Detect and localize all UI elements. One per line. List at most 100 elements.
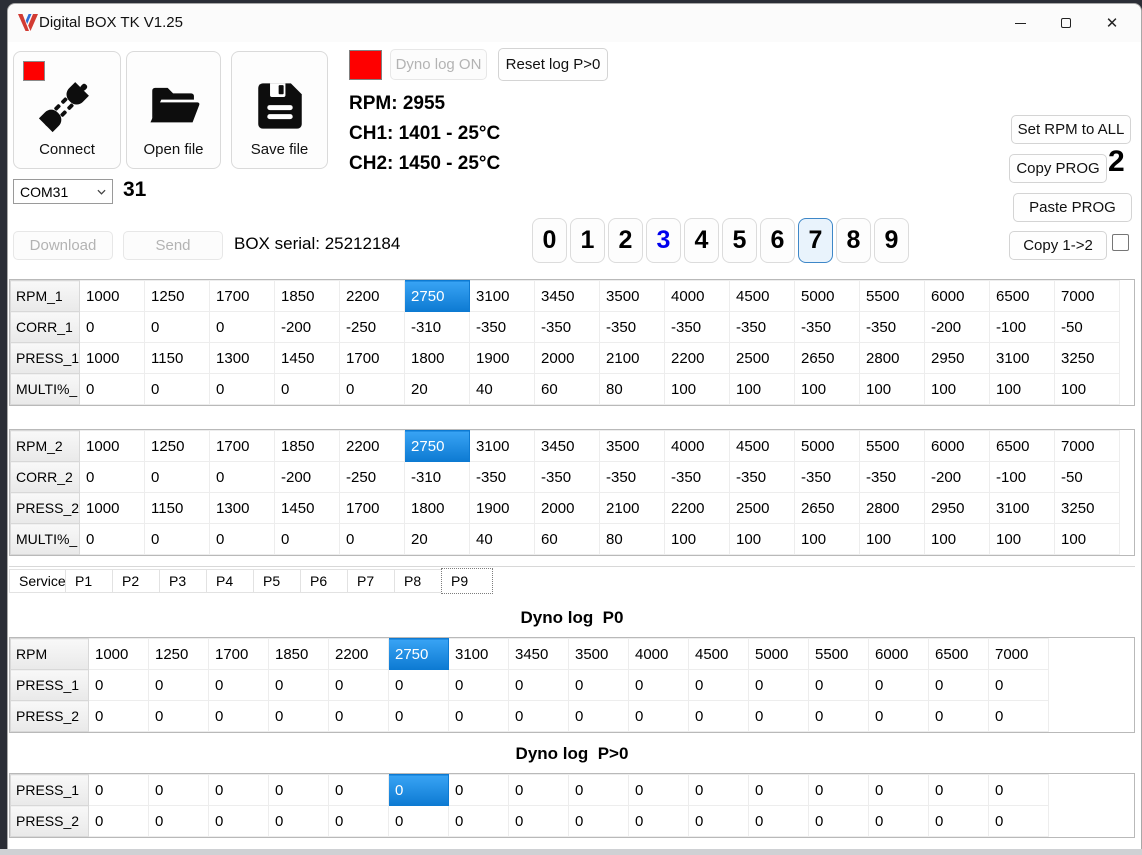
cell-PRESS_1-15[interactable]: 0 — [988, 774, 1049, 806]
cell-PRESS_2-10[interactable]: 0 — [688, 700, 749, 732]
close-button[interactable]: ✕ — [1089, 4, 1135, 42]
tab-p6[interactable]: P6 — [300, 569, 348, 593]
cell-MULTI%_-6[interactable]: 40 — [469, 523, 536, 555]
cell-CORR_2-2[interactable]: 0 — [209, 461, 276, 493]
cell-RPM_1-1[interactable]: 1250 — [144, 280, 211, 312]
cell-PRESS_1-10[interactable]: 0 — [688, 774, 749, 806]
cell-PRESS_1-2[interactable]: 1300 — [209, 342, 276, 374]
cell-PRESS_2-4[interactable]: 1700 — [339, 492, 406, 524]
row-header-CORR_2[interactable]: CORR_2 — [9, 461, 81, 493]
cell-MULTI%_-13[interactable]: 100 — [924, 373, 991, 405]
cell-PRESS_1-11[interactable]: 2650 — [794, 342, 861, 374]
cell-CORR_1-12[interactable]: -350 — [859, 311, 926, 343]
copy-1-2-button[interactable]: Copy 1->2 — [1009, 231, 1107, 260]
cell-CORR_2-8[interactable]: -350 — [599, 461, 666, 493]
cell-CORR_2-13[interactable]: -200 — [924, 461, 991, 493]
cell-PRESS_1-6[interactable]: 0 — [448, 669, 509, 701]
cell-PRESS_2-2[interactable]: 0 — [208, 805, 269, 837]
cell-RPM_2-7[interactable]: 3450 — [534, 430, 601, 462]
cell-PRESS_1-10[interactable]: 2500 — [729, 342, 796, 374]
cell-RPM-3[interactable]: 1850 — [268, 638, 329, 670]
cell-RPM_2-0[interactable]: 1000 — [79, 430, 146, 462]
cell-MULTI%_-1[interactable]: 0 — [144, 373, 211, 405]
cell-RPM-12[interactable]: 5500 — [808, 638, 869, 670]
row-header-PRESS_1[interactable]: PRESS_1 — [9, 342, 81, 374]
cell-PRESS_2-7[interactable]: 2000 — [534, 492, 601, 524]
cell-MULTI%_-2[interactable]: 0 — [209, 523, 276, 555]
cell-RPM-0[interactable]: 1000 — [88, 638, 149, 670]
cell-PRESS_2-10[interactable]: 2500 — [729, 492, 796, 524]
cell-MULTI%_-8[interactable]: 80 — [599, 373, 666, 405]
cell-RPM_2-5-selected[interactable]: 2750 — [404, 430, 471, 462]
cell-RPM-13[interactable]: 6000 — [868, 638, 929, 670]
cell-PRESS_1-4[interactable]: 0 — [328, 669, 389, 701]
cell-PRESS_2-5[interactable]: 1800 — [404, 492, 471, 524]
cell-PRESS_2-3[interactable]: 0 — [268, 805, 329, 837]
row-header-PRESS_2[interactable]: PRESS_2 — [10, 700, 89, 732]
cell-RPM-9[interactable]: 4000 — [628, 638, 689, 670]
cell-MULTI%_-15[interactable]: 100 — [1054, 523, 1121, 555]
cell-MULTI%_-0[interactable]: 0 — [79, 373, 146, 405]
cell-RPM_2-6[interactable]: 3100 — [469, 430, 536, 462]
cell-PRESS_2-0[interactable]: 1000 — [79, 492, 146, 524]
cell-PRESS_2-13[interactable]: 0 — [868, 805, 929, 837]
cell-PRESS_1-15[interactable]: 0 — [988, 669, 1049, 701]
cell-PRESS_1-4[interactable]: 1700 — [339, 342, 406, 374]
cell-MULTI%_-13[interactable]: 100 — [924, 523, 991, 555]
tab-p2[interactable]: P2 — [112, 569, 160, 593]
set-rpm-to-all-button[interactable]: Set RPM to ALL — [1011, 115, 1131, 144]
cell-PRESS_1-0[interactable]: 0 — [88, 774, 149, 806]
cell-PRESS_2-1[interactable]: 1150 — [144, 492, 211, 524]
cell-PRESS_2-15[interactable]: 3250 — [1054, 492, 1121, 524]
cell-RPM_2-1[interactable]: 1250 — [144, 430, 211, 462]
cell-PRESS_1-1[interactable]: 0 — [148, 669, 209, 701]
cell-PRESS_2-9[interactable]: 0 — [628, 805, 689, 837]
connect-button[interactable]: Connect — [13, 51, 121, 169]
cell-RPM-4[interactable]: 2200 — [328, 638, 389, 670]
cell-MULTI%_-5[interactable]: 20 — [404, 523, 471, 555]
cell-RPM_2-9[interactable]: 4000 — [664, 430, 731, 462]
cell-PRESS_2-3[interactable]: 1450 — [274, 492, 341, 524]
cell-RPM-2[interactable]: 1700 — [208, 638, 269, 670]
cell-PRESS_1-5[interactable]: 1800 — [404, 342, 471, 374]
cell-PRESS_1-12[interactable]: 0 — [808, 669, 869, 701]
row-header-RPM_1[interactable]: RPM_1 — [9, 280, 81, 312]
cell-CORR_1-0[interactable]: 0 — [79, 311, 146, 343]
cell-PRESS_2-9[interactable]: 0 — [628, 700, 689, 732]
cell-PRESS_2-11[interactable]: 2650 — [794, 492, 861, 524]
prog-digit-1[interactable]: 1 — [570, 218, 605, 263]
cell-PRESS_2-8[interactable]: 0 — [568, 700, 629, 732]
copy-prog-button[interactable]: Copy PROG — [1009, 154, 1107, 183]
cell-PRESS_2-2[interactable]: 1300 — [209, 492, 276, 524]
maximize-button[interactable] — [1043, 4, 1089, 42]
cell-RPM_1-2[interactable]: 1700 — [209, 280, 276, 312]
cell-PRESS_1-6[interactable]: 1900 — [469, 342, 536, 374]
open-file-button[interactable]: Open file — [126, 51, 221, 169]
cell-MULTI%_-3[interactable]: 0 — [274, 373, 341, 405]
cell-PRESS_1-3[interactable]: 1450 — [274, 342, 341, 374]
cell-MULTI%_-9[interactable]: 100 — [664, 523, 731, 555]
cell-PRESS_2-14[interactable]: 0 — [928, 805, 989, 837]
cell-PRESS_1-7[interactable]: 0 — [508, 774, 569, 806]
cell-CORR_2-7[interactable]: -350 — [534, 461, 601, 493]
prog-digit-8[interactable]: 8 — [836, 218, 871, 263]
cell-RPM-7[interactable]: 3450 — [508, 638, 569, 670]
cell-PRESS_2-13[interactable]: 0 — [868, 700, 929, 732]
com-port-select[interactable]: COM31 — [13, 179, 113, 204]
cell-MULTI%_-12[interactable]: 100 — [859, 523, 926, 555]
tab-p1[interactable]: P1 — [65, 569, 113, 593]
cell-PRESS_2-6[interactable]: 1900 — [469, 492, 536, 524]
cell-MULTI%_-2[interactable]: 0 — [209, 373, 276, 405]
reset-log-button[interactable]: Reset log P>0 — [498, 48, 608, 81]
cell-RPM_2-11[interactable]: 5000 — [794, 430, 861, 462]
cell-MULTI%_-5[interactable]: 20 — [404, 373, 471, 405]
cell-PRESS_2-11[interactable]: 0 — [748, 700, 809, 732]
cell-PRESS_2-4[interactable]: 0 — [328, 700, 389, 732]
cell-PRESS_2-15[interactable]: 0 — [988, 805, 1049, 837]
cell-PRESS_1-13[interactable]: 0 — [868, 669, 929, 701]
prog-digit-5[interactable]: 5 — [722, 218, 757, 263]
save-file-button[interactable]: Save file — [231, 51, 328, 169]
copy-1-2-checkbox[interactable] — [1112, 234, 1129, 251]
cell-PRESS_1-2[interactable]: 0 — [208, 774, 269, 806]
cell-RPM-11[interactable]: 5000 — [748, 638, 809, 670]
